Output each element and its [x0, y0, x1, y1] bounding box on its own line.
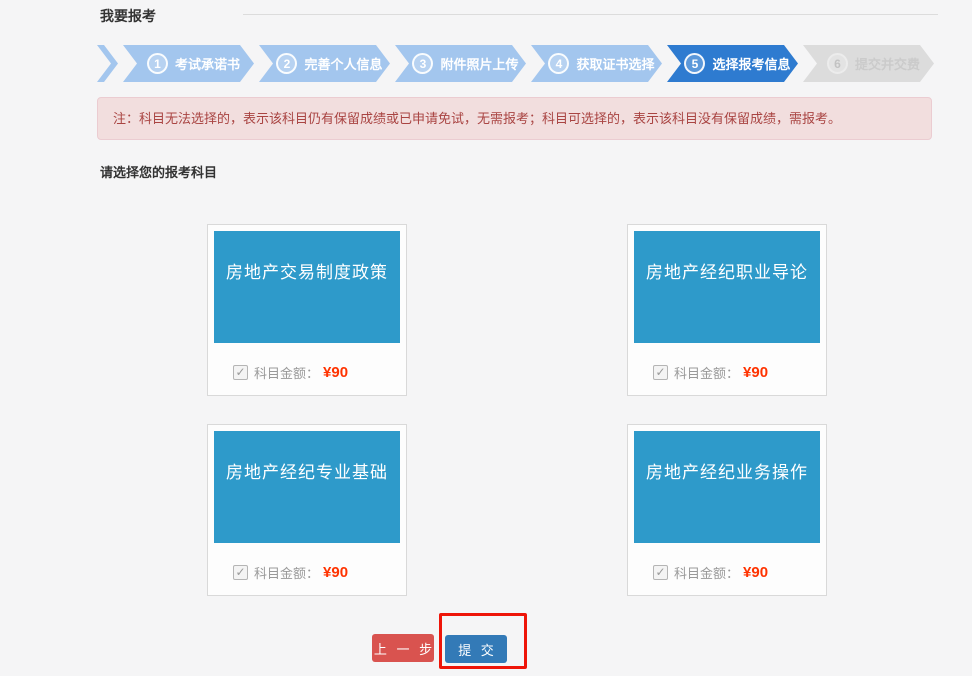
fee-label: 科目金额：	[674, 563, 739, 582]
step-number-badge: 2	[276, 53, 297, 74]
subject-checkbox[interactable]: ✓	[653, 565, 668, 580]
step-personal-info[interactable]: 2 完善个人信息	[259, 45, 390, 82]
step-number-badge: 4	[548, 53, 569, 74]
page-title: 我要报考	[100, 6, 156, 26]
fee-value: ¥90	[323, 364, 348, 381]
step-number-badge: 1	[147, 53, 168, 74]
fee-label: 科目金额：	[254, 363, 319, 382]
submit-button[interactable]: 提 交	[445, 635, 507, 663]
notice-banner: 注：科目无法选择的，表示该科目仍有保留成绩或已申请免试，无需报考；科目可选择的，…	[97, 97, 932, 140]
step-number-badge: 3	[412, 53, 433, 74]
step-exam-commitment[interactable]: 1 考试承诺书	[123, 45, 254, 82]
subject-card: 房地产经纪专业基础 ✓ 科目金额： ¥90	[207, 424, 407, 596]
fee-row: ✓ 科目金额： ¥90	[653, 363, 768, 382]
subject-checkbox[interactable]: ✓	[233, 565, 248, 580]
step-number-badge: 6	[827, 53, 848, 74]
subject-checkbox[interactable]: ✓	[233, 365, 248, 380]
fee-row: ✓ 科目金额： ¥90	[653, 563, 768, 582]
subject-tile[interactable]: 房地产经纪专业基础	[214, 431, 400, 543]
subject-tile[interactable]: 房地产交易制度政策	[214, 231, 400, 343]
subject-card: 房地产经纪业务操作 ✓ 科目金额： ¥90	[627, 424, 827, 596]
step-certificate-choice[interactable]: 4 获取证书选择	[531, 45, 662, 82]
fee-row: ✓ 科目金额： ¥90	[233, 363, 348, 382]
wizard-stepper: 1 考试承诺书 2 完善个人信息 3 附件照片上传 4 获取证书选择 5 选择报…	[97, 45, 934, 82]
fee-label: 科目金额：	[674, 363, 739, 382]
fee-value: ¥90	[743, 564, 768, 581]
step-photo-upload[interactable]: 3 附件照片上传	[395, 45, 526, 82]
subject-checkbox[interactable]: ✓	[653, 365, 668, 380]
fee-row: ✓ 科目金额： ¥90	[233, 563, 348, 582]
previous-step-button[interactable]: 上 一 步	[372, 634, 434, 662]
step-label: 获取证书选择	[576, 54, 654, 73]
step-number-badge: 5	[684, 53, 705, 74]
fee-value: ¥90	[323, 564, 348, 581]
step-label: 附件照片上传	[440, 54, 518, 73]
step-select-exam-info[interactable]: 5 选择报考信息	[667, 45, 798, 82]
fee-value: ¥90	[743, 364, 768, 381]
subject-tile[interactable]: 房地产经纪职业导论	[634, 231, 820, 343]
subject-card: 房地产交易制度政策 ✓ 科目金额： ¥90	[207, 224, 407, 396]
step-label: 考试承诺书	[175, 54, 240, 73]
step-label: 完善个人信息	[304, 54, 382, 73]
subject-tile[interactable]: 房地产经纪业务操作	[634, 431, 820, 543]
title-divider	[243, 14, 938, 15]
step-label: 选择报考信息	[712, 54, 790, 73]
step-submit-pay: 6 提交并交费	[803, 45, 934, 82]
fee-label: 科目金额：	[254, 563, 319, 582]
stepper-lead-chevron-icon	[97, 45, 118, 82]
subject-card: 房地产经纪职业导论 ✓ 科目金额： ¥90	[627, 224, 827, 396]
step-label: 提交并交费	[855, 54, 920, 73]
section-label: 请选择您的报考科目	[100, 162, 217, 181]
